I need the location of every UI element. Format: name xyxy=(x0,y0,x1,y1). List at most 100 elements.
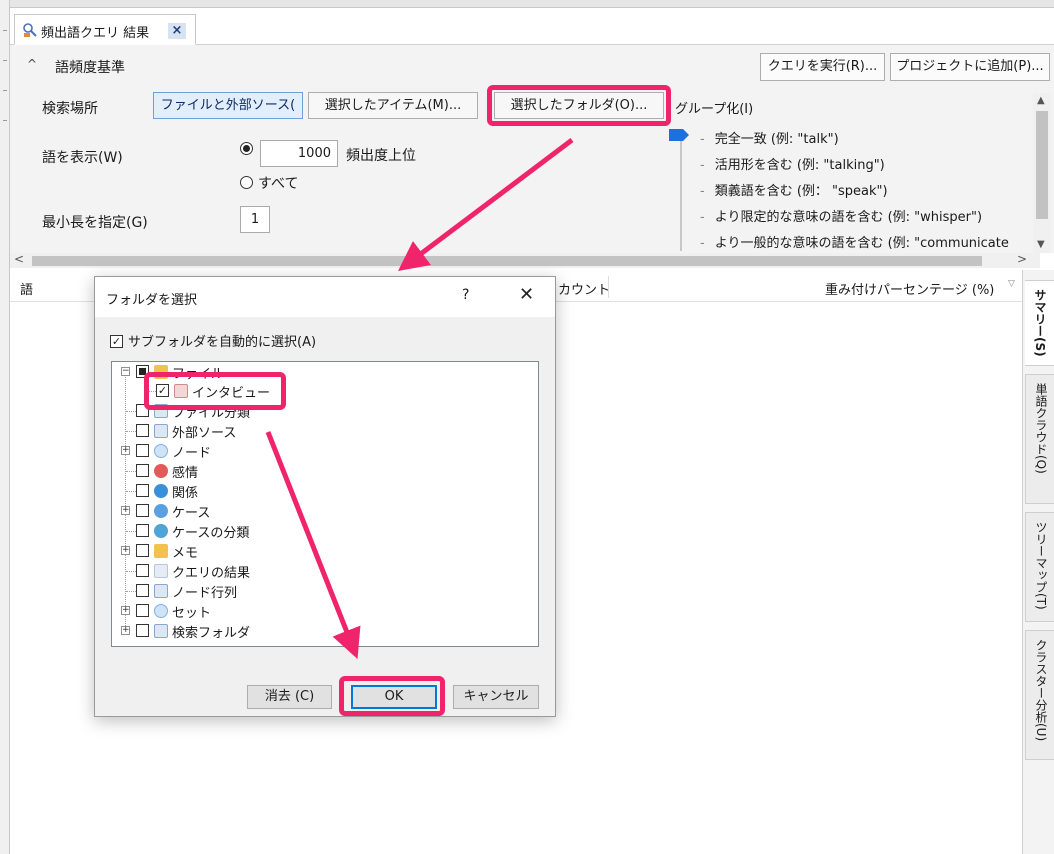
tab-word-frequency-results[interactable]: 頻出語クエリ 結果 × xyxy=(14,14,196,45)
expand-icon[interactable]: + xyxy=(121,606,130,615)
tab-word-cloud[interactable]: 単語クラウド(Q) xyxy=(1025,374,1054,504)
tab-tree-map[interactable]: ツリーマップ(T) xyxy=(1025,512,1054,622)
cancel-button[interactable]: キャンセル xyxy=(453,685,539,709)
tree-item-label: ケース xyxy=(172,506,211,521)
top-border xyxy=(10,0,1054,8)
tree-item-checkbox[interactable] xyxy=(136,504,149,517)
top-frequent-label: 頻出度上位 xyxy=(346,148,416,164)
criteria-vertical-scrollbar[interactable]: ▲ ▼ xyxy=(1033,93,1051,253)
tree-item[interactable]: + ケース xyxy=(112,502,532,521)
sentiment-icon xyxy=(154,464,168,478)
tree-item[interactable]: 感情 xyxy=(112,462,532,481)
tab-label: 頻出語クエリ 結果 xyxy=(41,26,150,41)
tree-item-label: 外部ソース xyxy=(172,426,237,441)
tree-item-checkbox[interactable] xyxy=(136,424,149,437)
tree-item[interactable]: ケースの分類 xyxy=(112,522,532,541)
highlight-scope-folders xyxy=(487,85,671,126)
all-words-radio[interactable] xyxy=(240,176,253,189)
close-icon[interactable]: ✕ xyxy=(519,284,534,305)
grouping-slider-track[interactable] xyxy=(680,133,682,251)
clear-button[interactable]: 消去 (C) xyxy=(247,685,332,709)
search-folder-icon xyxy=(154,624,168,638)
grouping-option[interactable]: - より一般的な意味の語を含む (例: "communicate xyxy=(700,232,1030,251)
tree-item-checkbox[interactable] xyxy=(136,444,149,457)
column-header-word[interactable]: 語 xyxy=(20,279,33,298)
grouping-option[interactable]: - 活用形を含む (例: "talking") xyxy=(700,154,1030,173)
grouping-option[interactable]: - 完全一致 (例: "talk") xyxy=(700,128,1030,147)
help-icon[interactable]: ? xyxy=(462,287,469,303)
tree-item-checkbox[interactable] xyxy=(136,524,149,537)
highlight-ok-button xyxy=(339,676,445,716)
node-matrix-icon xyxy=(154,584,168,598)
set-icon xyxy=(154,604,168,618)
expand-icon[interactable]: + xyxy=(121,506,130,515)
column-divider[interactable] xyxy=(608,276,609,298)
expand-icon[interactable]: + xyxy=(121,546,130,555)
case-icon xyxy=(154,504,168,518)
grouping-option[interactable]: - より限定的な意味の語を含む (例: "whisper") xyxy=(700,206,1030,225)
select-folder-dialog: フォルダを選択 ? ✕ ✓ サブフォルダを自動的に選択(A) − ファイル ✓ … xyxy=(94,276,556,717)
min-length-label: 最小長を指定(G) xyxy=(42,215,148,231)
tree-item-checkbox[interactable] xyxy=(136,464,149,477)
tree-item[interactable]: 外部ソース xyxy=(112,422,532,441)
column-header-count[interactable]: カウント xyxy=(558,279,610,298)
tree-item[interactable]: ノード行列 xyxy=(112,582,532,601)
column-header-weighted-percentage[interactable]: 重み付けパーセンテージ (%) xyxy=(825,279,994,298)
grouping-slider-thumb[interactable] xyxy=(669,129,689,141)
tree-item[interactable]: + メモ xyxy=(112,542,532,561)
criteria-horizontal-scrollbar[interactable]: < > xyxy=(10,252,1040,268)
collapse-icon[interactable]: − xyxy=(121,367,130,376)
tree-item[interactable]: 関係 xyxy=(112,482,532,501)
scope-files-button[interactable]: ファイルと外部ソース( xyxy=(153,92,303,119)
collapse-chevron-icon[interactable]: ^ xyxy=(27,57,37,71)
tree-item-label: ノード行列 xyxy=(172,586,238,601)
tree-item[interactable]: クエリの結果 xyxy=(112,562,532,581)
tree-item-label: 感情 xyxy=(172,466,199,481)
tree-item-label: 関係 xyxy=(172,486,199,501)
dialog-titlebar: フォルダを選択 ? ✕ xyxy=(95,277,555,317)
tree-item[interactable]: + 検索フォルダ xyxy=(112,622,532,641)
run-query-button[interactable]: クエリを実行(R)... xyxy=(760,53,885,81)
tab-close-icon[interactable]: × xyxy=(168,23,186,39)
add-to-project-button[interactable]: プロジェクトに追加(P)... xyxy=(890,53,1050,81)
tree-item-checkbox[interactable] xyxy=(136,484,149,497)
criteria-title: 語頻度基準 xyxy=(55,60,125,76)
memo-icon xyxy=(154,544,168,558)
expand-icon[interactable]: + xyxy=(121,626,130,635)
query-result-icon xyxy=(154,564,168,578)
search-in-label: 検索場所 xyxy=(42,101,98,117)
grouping-option[interactable]: - 類義語を含む (例： "speak") xyxy=(700,180,1030,199)
tree-item-checkbox[interactable] xyxy=(136,584,149,597)
tree-item-checkbox[interactable] xyxy=(136,564,149,577)
tree-item[interactable]: + ノード xyxy=(112,442,532,461)
query-result-icon xyxy=(23,23,37,37)
min-length-input[interactable]: 1 xyxy=(240,206,270,233)
case-classification-icon xyxy=(154,524,168,538)
left-panel-edge xyxy=(0,0,10,854)
tree-item-checkbox[interactable] xyxy=(136,544,149,557)
tree-item-label: クエリの結果 xyxy=(172,566,251,581)
tree-item[interactable]: + セット xyxy=(112,602,532,621)
auto-select-subfolders-checkbox[interactable]: ✓ xyxy=(110,335,123,348)
tree-item-label: ケースの分類 xyxy=(172,526,250,541)
scope-selected-items-button[interactable]: 選択したアイテム(M)... xyxy=(308,92,478,119)
tree-item-label: 検索フォルダ xyxy=(172,626,251,641)
expand-icon[interactable]: + xyxy=(121,446,130,455)
tree-item-checkbox[interactable] xyxy=(136,604,149,617)
all-words-label: すべて xyxy=(258,176,299,192)
tree-item-checkbox[interactable] xyxy=(136,624,149,637)
criteria-panel: ^ 語頻度基準 クエリを実行(R)... プロジェクトに追加(P)... 検索場… xyxy=(10,45,1054,253)
view-tabs: サマリー(S) 単語クラウド(Q) ツリーマップ(T) クラスター分析(U) xyxy=(1022,270,1054,854)
tab-summary[interactable]: サマリー(S) xyxy=(1025,280,1054,366)
tree-item-label: セット xyxy=(172,606,212,621)
tab-cluster-analysis[interactable]: クラスター分析(U) xyxy=(1025,630,1054,760)
top-count-input[interactable]: 1000 xyxy=(260,140,338,167)
show-words-label: 語を表示(W) xyxy=(42,150,123,166)
tree-item-label: メモ xyxy=(172,546,199,561)
auto-select-subfolders-label: サブフォルダを自動的に選択(A) xyxy=(128,335,317,350)
node-icon xyxy=(154,444,168,458)
top-frequent-radio[interactable] xyxy=(240,142,253,155)
highlight-interview-item xyxy=(144,372,286,410)
grouping-label: グループ化(I) xyxy=(675,102,754,117)
document-tab-bar: 頻出語クエリ 結果 × xyxy=(10,8,1054,45)
